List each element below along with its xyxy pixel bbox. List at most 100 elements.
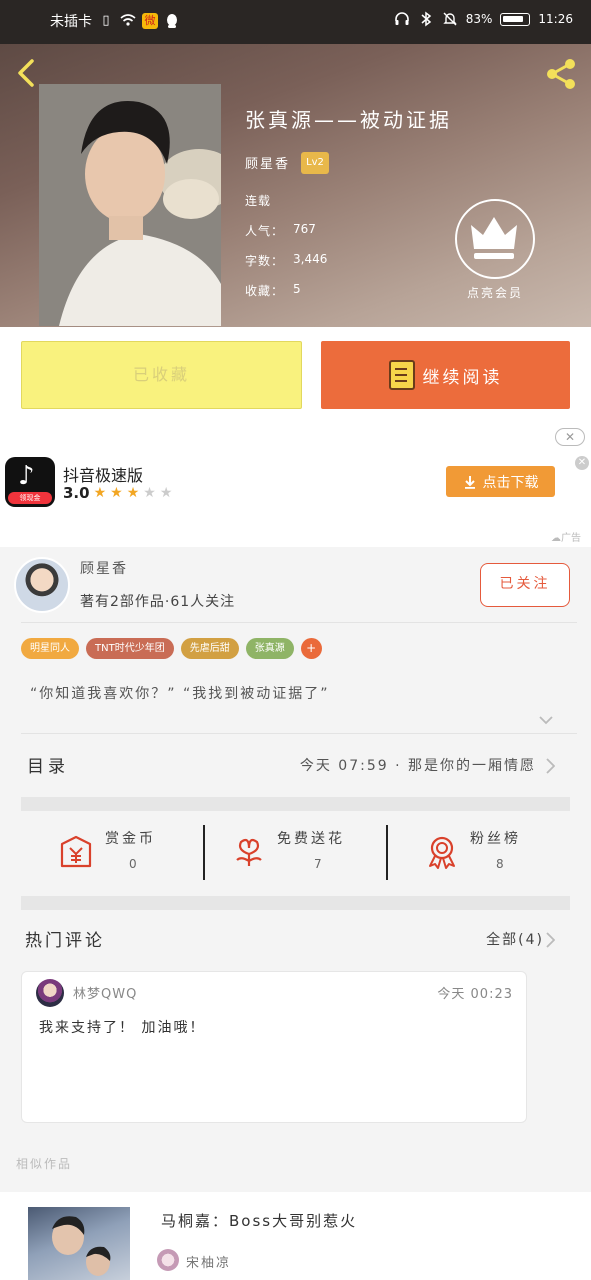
book-cover-image [39,84,221,326]
favorites-value: 5 [293,282,301,296]
ad-close-icon[interactable]: ✕ [575,456,589,470]
fans-rank-value: 8 [496,857,504,871]
clock-time: 11:26 [538,12,573,26]
share-button[interactable] [543,56,579,92]
tiktok-note-icon: ♪ [18,461,35,491]
tag-chip[interactable]: 明星同人 [21,638,79,659]
favorites-label: 收藏： [245,284,285,298]
star-empty-icon: ★ [143,485,156,501]
coin-gift-icon [60,835,92,868]
popularity-value: 767 [293,222,316,236]
chevron-down-icon [539,716,553,725]
comment-text: 我来支持了！ 加油哦！ [39,1020,206,1036]
status-left: 未插卡 ▯ 微 [50,11,180,31]
author-avatar[interactable] [14,557,70,613]
commenter-name[interactable]: 林梦QWQ [73,983,137,1002]
divider [21,622,577,623]
hero-author-name[interactable]: 顾星香 [245,153,290,172]
similar-author-avatar [157,1249,179,1271]
qq-icon [164,13,180,29]
star-icon: ★ [93,485,107,501]
status-right: 83% 11:26 [394,11,573,27]
word-count-label: 字数： [245,254,285,268]
similar-cover-image [52,1216,111,1276]
latest-chapter[interactable]: 今天 07:59 · 那是你的一厢情愿 [300,755,536,775]
ad-app-name[interactable]: 抖音极速版 [63,462,143,486]
ad-rating: 3.0 ★ ★ ★ ★ ★ [63,484,172,502]
all-comments-chevron-icon[interactable] [545,932,556,948]
follow-button[interactable]: 已关注 [480,563,570,607]
send-flower-label: 免费送花 [277,831,345,847]
toc-chevron-icon[interactable] [545,758,556,774]
section-separator [21,797,570,811]
share-icon [547,59,575,89]
collect-button[interactable]: 已收藏 [21,341,302,409]
battery-percent: 83% [465,12,493,26]
tag-chip[interactable]: 张真源 [245,638,294,659]
author-level-badge: Lv2 [301,152,329,174]
star-empty-icon: ★ [159,485,173,501]
back-arrow-icon [18,59,34,87]
star-icon: ★ [110,485,123,501]
book-icon [388,360,415,390]
wifi-icon [120,13,136,29]
similar-work-title[interactable]: 马桐嘉：Boss大哥别惹火 [161,1210,357,1231]
send-flower-button[interactable]: 免费送花 7 [205,824,388,884]
carrier-text: 未插卡 [50,14,92,30]
divider [21,733,577,734]
battery-icon [500,12,531,26]
book-cover[interactable] [39,84,221,326]
ad-icon-badge: 领现金 [8,492,52,504]
continue-reading-button[interactable]: 继续阅读 [321,341,570,409]
crown-icon [471,217,517,259]
flower-icon [236,838,262,866]
douyin-app-icon[interactable]: ♪ 领现金 [5,457,55,507]
word-count-value: 3,446 [293,252,328,266]
favorites-row: 收藏： 5 [245,282,301,299]
vip-button[interactable] [455,199,535,279]
hot-comments-title: 热门评论 [25,931,105,951]
ad-close-pill[interactable]: ✕ [555,428,585,446]
download-icon [464,475,475,489]
toc-label[interactable]: 目录 [27,752,69,777]
bluetooth-icon [418,11,434,27]
comment-time: 今天 00:23 [437,987,513,1002]
author-name[interactable]: 顾星香 [80,558,128,578]
serial-status: 连载 [245,194,272,208]
headphones-icon [394,11,410,27]
all-comments-link[interactable]: 全部(4) [486,929,544,949]
medal-icon [429,836,455,869]
weibo-icon: 微 [142,13,158,29]
star-icon: ★ [126,485,140,501]
similar-works-title: 相似作品 [16,1157,73,1171]
similar-work-cover[interactable] [28,1207,130,1280]
tag-chip[interactable]: 先虐后甜 [180,638,239,659]
expand-summary-button[interactable] [539,712,553,726]
ad-download-label: 点击下载 [482,474,539,491]
vip-label: 点亮会员 [466,286,523,300]
book-summary: “你知道我喜欢你？” “我找到被动证据了” [30,686,330,702]
reward-coins-label: 赏金币 [105,831,156,847]
tag-chip[interactable]: TNT时代少年团 [86,638,174,659]
add-tag-button[interactable]: + [300,638,322,659]
fans-rank-label: 粉丝榜 [470,831,521,847]
author-description: 著有2部作品·61人关注 [80,594,236,610]
similar-author-name: 宋柚凉 [186,1256,232,1271]
ad-label: ☁广告 [551,533,581,544]
fans-rank-button[interactable]: 粉丝榜 8 [388,824,571,884]
reward-coins-button[interactable]: 赏金币 0 [21,824,204,884]
section-separator [21,896,570,910]
tag-list: 明星同人 TNT时代少年团 先虐后甜 张真源 + [21,638,322,659]
mute-bell-icon [442,11,458,27]
commenter-avatar[interactable] [36,979,64,1007]
status-bar: 未插卡 ▯ 微 83% 11:26 [0,0,591,44]
send-flower-value: 7 [314,857,322,871]
popularity-row: 人气： 767 [245,222,316,239]
sim-alert-icon: ▯ [102,13,110,28]
ad-rating-value: 3.0 [63,484,90,502]
book-title: 张真源——被动证据 [245,108,452,132]
back-button[interactable] [12,58,42,88]
popularity-label: 人气： [245,224,285,238]
continue-reading-label: 继续阅读 [422,367,503,388]
ad-download-button[interactable]: 点击下载 [446,466,555,497]
